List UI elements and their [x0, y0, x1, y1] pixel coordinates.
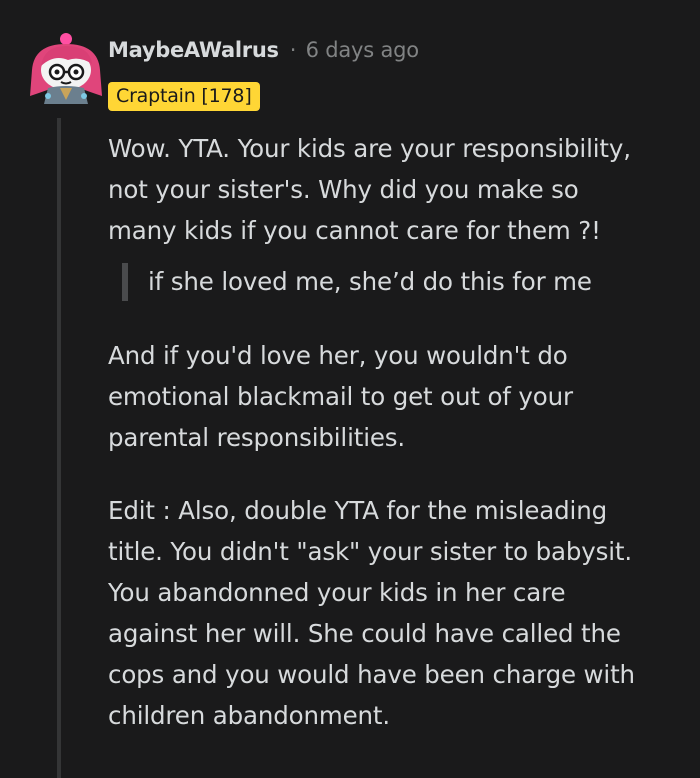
- comment-paragraph: And if you'd love her, you wouldn't do e…: [108, 341, 573, 452]
- thread-collapse-line[interactable]: [57, 118, 61, 778]
- separator-dot: ·: [289, 38, 297, 62]
- blockquote-text: if she loved me, she’d do this for me: [148, 267, 592, 296]
- user-avatar[interactable]: [24, 30, 108, 106]
- blockquote: if she loved me, she’d do this for me: [122, 259, 693, 304]
- user-flair-badge: Craptain [178]: [108, 82, 260, 111]
- comment-body: Wow. YTA. Your kids are your responsibil…: [108, 128, 693, 736]
- comment-header: MaybeAWalrus · 6 days ago: [108, 38, 419, 62]
- comment-paragraph: Wow. YTA. Your kids are your responsibil…: [108, 134, 631, 245]
- comment-paragraph: Edit : Also, double YTA for the misleadi…: [108, 496, 635, 730]
- username-link[interactable]: MaybeAWalrus: [108, 38, 279, 62]
- snoo-avatar-icon: [30, 33, 102, 104]
- timestamp[interactable]: 6 days ago: [306, 38, 420, 62]
